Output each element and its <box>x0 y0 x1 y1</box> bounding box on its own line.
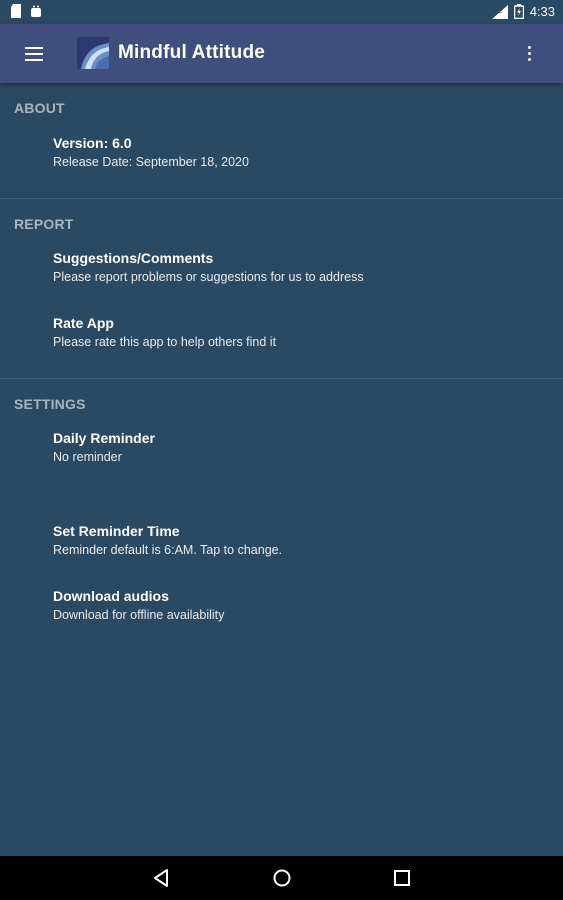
app-logo <box>77 37 109 69</box>
list-item-set-reminder-time[interactable]: Set Reminder Time Reminder default is 6:… <box>0 523 563 557</box>
signal-icon: LTE <box>491 4 508 19</box>
section-header-settings: SETTINGS <box>14 396 86 412</box>
navigation-bar <box>0 856 563 900</box>
item-subtitle: Please rate this app to help others find… <box>53 335 277 349</box>
status-bar: LTE 4:33 <box>0 0 563 24</box>
list-item-daily-reminder[interactable]: Daily Reminder No reminder <box>0 430 563 464</box>
item-title: Rate App <box>53 315 114 331</box>
item-title: Suggestions/Comments <box>53 250 214 266</box>
section-header-about: ABOUT <box>14 100 65 116</box>
svg-text:LTE: LTE <box>492 9 503 15</box>
item-subtitle: Release Date: September 18, 2020 <box>53 155 249 169</box>
item-subtitle: Reminder default is 6:AM. Tap to change. <box>53 543 283 557</box>
recents-icon[interactable] <box>393 869 411 887</box>
section-report: REPORT Suggestions/Comments Please repor… <box>0 199 563 379</box>
item-title: Daily Reminder <box>53 430 155 446</box>
clock-time: 4:33 <box>529 4 555 19</box>
settings-list: ABOUT Version: 6.0 Release Date: Septemb… <box>0 83 563 622</box>
list-item-download-audios[interactable]: Download audios Download for offline ava… <box>0 588 563 622</box>
more-vertical-icon <box>528 46 531 49</box>
app-title: Mindful Attitude <box>118 42 266 63</box>
section-header-report: REPORT <box>14 216 74 232</box>
list-item-version[interactable]: Version: 6.0 Release Date: September 18,… <box>0 135 563 169</box>
battery-icon <box>513 4 524 19</box>
overflow-menu-button[interactable] <box>509 34 549 74</box>
item-subtitle: Download for offline availability <box>53 608 225 622</box>
item-title: Download audios <box>53 588 169 604</box>
section-settings: SETTINGS Daily Reminder No reminder Set … <box>0 379 563 622</box>
section-about: ABOUT Version: 6.0 Release Date: Septemb… <box>0 83 563 199</box>
app-bar: Mindful Attitude <box>0 24 563 83</box>
android-icon <box>31 5 41 17</box>
home-icon[interactable] <box>272 868 292 888</box>
item-subtitle: No reminder <box>53 450 122 464</box>
list-item-rate-app[interactable]: Rate App Please rate this app to help ot… <box>0 315 563 349</box>
menu-button[interactable] <box>14 34 54 74</box>
sd-card-icon <box>11 4 21 18</box>
item-subtitle: Please report problems or suggestions fo… <box>53 270 364 284</box>
item-title: Set Reminder Time <box>53 523 180 539</box>
item-title: Version: 6.0 <box>53 135 132 151</box>
hamburger-menu-icon <box>25 47 43 49</box>
back-icon[interactable] <box>152 868 170 888</box>
list-item-suggestions[interactable]: Suggestions/Comments Please report probl… <box>0 250 563 284</box>
